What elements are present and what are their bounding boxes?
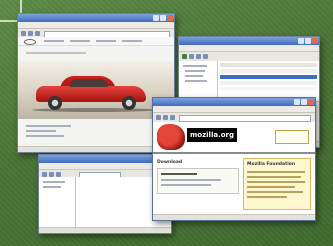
minimize-icon[interactable] [153, 15, 159, 21]
menu-bar[interactable] [153, 106, 315, 113]
minimize-icon[interactable] [294, 99, 300, 105]
address-bar[interactable] [179, 115, 311, 122]
headline-line [26, 52, 86, 54]
product-title[interactable] [161, 173, 197, 175]
folder-item[interactable] [183, 65, 207, 67]
foundation-text [247, 181, 305, 183]
brand-logo [24, 39, 36, 45]
title-bar[interactable] [179, 37, 319, 45]
compose-icon[interactable] [189, 54, 194, 59]
car-hero-image [18, 61, 174, 119]
folder-item[interactable] [185, 75, 203, 77]
back-icon[interactable] [21, 31, 26, 36]
reply-icon[interactable] [196, 54, 201, 59]
title-bar[interactable] [18, 14, 174, 22]
forward-icon[interactable] [163, 115, 168, 120]
nav-link[interactable] [96, 40, 116, 42]
table-row[interactable] [220, 69, 317, 73]
foundation-text [247, 191, 303, 193]
download-box[interactable] [157, 168, 239, 194]
car-wheel [122, 96, 136, 110]
foundation-heading: Mozilla Foundation [247, 162, 296, 167]
maximize-icon[interactable] [160, 15, 166, 21]
table-row[interactable] [220, 75, 317, 79]
table-row[interactable] [220, 87, 317, 91]
site-logo[interactable]: mozilla.org [187, 128, 237, 142]
foundation-box[interactable]: Mozilla Foundation [243, 158, 311, 210]
message-list[interactable] [218, 61, 319, 102]
close-icon[interactable] [308, 99, 314, 105]
browser-window-mozilla-site[interactable]: mozilla.org Download Mozilla Foundation [152, 97, 316, 221]
search-panel[interactable] [275, 130, 309, 144]
get-mail-icon[interactable] [182, 54, 187, 59]
tree-item[interactable] [43, 181, 65, 183]
table-row[interactable] [220, 81, 317, 85]
maximize-icon[interactable] [305, 38, 311, 44]
forward-icon[interactable] [28, 31, 33, 36]
foundation-text [247, 196, 287, 198]
caption-line [26, 135, 64, 137]
folder-item[interactable] [185, 70, 205, 72]
car-wheel [48, 96, 62, 110]
status-bar [39, 227, 171, 233]
foundation-text [247, 186, 295, 188]
tree-item[interactable] [43, 186, 61, 188]
page-content: Download Mozilla Foundation [153, 152, 315, 215]
folder-item[interactable] [185, 80, 207, 82]
download-heading: Download [157, 160, 183, 165]
reload-icon[interactable] [35, 31, 40, 36]
back-icon[interactable] [156, 115, 161, 120]
product-text [161, 184, 211, 186]
caption-line [26, 125, 71, 127]
status-bar [153, 214, 315, 220]
nav-link[interactable] [122, 40, 142, 42]
file-tree[interactable] [39, 177, 76, 228]
site-nav [18, 37, 174, 46]
product-text [161, 179, 221, 181]
minimize-icon[interactable] [298, 38, 304, 44]
close-icon[interactable] [167, 15, 173, 21]
foundation-text [247, 171, 305, 173]
close-icon[interactable] [312, 38, 318, 44]
site-header: mozilla.org [153, 122, 315, 152]
reload-icon[interactable] [170, 115, 175, 120]
nav-link[interactable] [70, 40, 90, 42]
menu-bar[interactable] [179, 45, 319, 52]
foundation-text [247, 176, 301, 178]
nav-link[interactable] [44, 40, 64, 42]
menu-bar[interactable] [18, 22, 174, 29]
caption-line [26, 130, 56, 132]
forward-mail-icon[interactable] [203, 54, 208, 59]
status-bar [18, 146, 174, 152]
mozilla-dinosaur-logo [157, 124, 185, 150]
title-bar[interactable] [153, 98, 315, 106]
message-list-header[interactable] [220, 63, 317, 67]
maximize-icon[interactable] [301, 99, 307, 105]
